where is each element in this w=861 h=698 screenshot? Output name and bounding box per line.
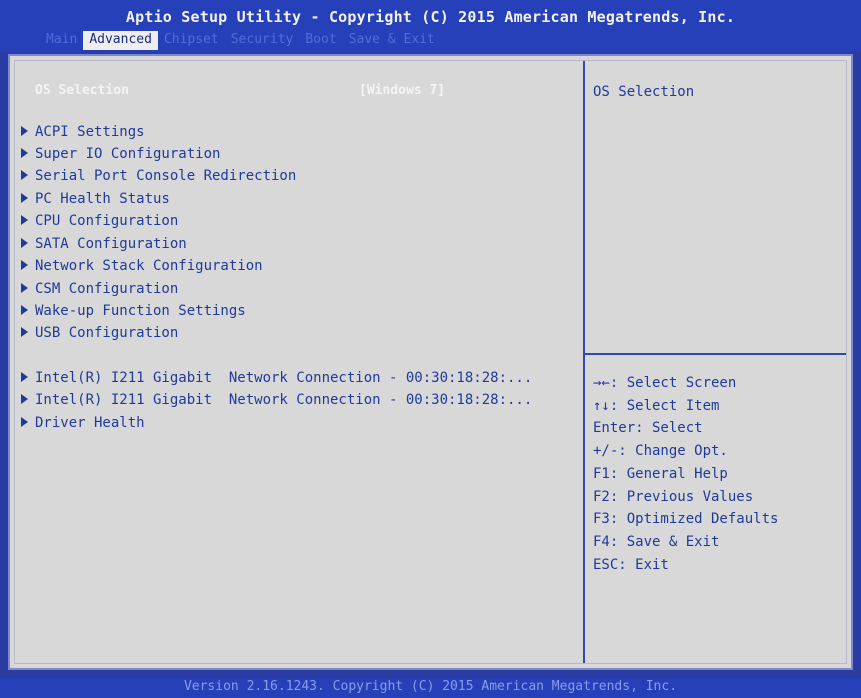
key-change-opt: +/-: Change Opt. [593,443,728,460]
key-f4: F4: Save & Exit [593,533,720,550]
submenu-arrow-icon [21,193,28,203]
menu-item-csm-config[interactable]: CSM Configuration [21,280,178,298]
key-select-item: ↑↓: Select Item [593,397,720,414]
vertical-divider [583,61,585,663]
menu-item-pc-health[interactable]: PC Health Status [21,190,170,208]
device-item-label: Intel(R) I211 Gigabit Network Connection… [35,370,533,386]
tab-boot[interactable]: Boot [299,31,342,50]
menu-item-cpu-config[interactable]: CPU Configuration [21,212,178,230]
key-legend: →←: Select Screen ↑↓: Select Item Enter:… [593,372,778,576]
submenu-arrow-icon [21,126,28,136]
header-bar: Aptio Setup Utility - Copyright (C) 2015… [0,0,861,52]
app-title: Aptio Setup Utility - Copyright (C) 2015… [125,8,736,26]
version-footer: Version 2.16.1243. Copyright (C) 2015 Am… [0,678,861,698]
submenu-arrow-icon [21,238,28,248]
settings-pane: OS Selection [Windows 7] ACPI Settings S… [15,61,583,663]
device-item-label: Driver Health [35,415,145,431]
device-item-nic-2[interactable]: Intel(R) I211 Gigabit Network Connection… [21,391,532,409]
key-select-screen: →←: Select Screen [593,375,737,391]
menu-item-label: CSM Configuration [35,281,179,297]
menu-item-label: Serial Port Console Redirection [35,168,297,184]
tab-main[interactable]: Main [40,31,83,50]
menu-item-label: CPU Configuration [35,213,179,229]
submenu-arrow-icon [21,215,28,225]
key-f3: F3: Optimized Defaults [593,511,779,528]
submenu-arrow-icon [21,417,28,427]
menu-item-serial-port[interactable]: Serial Port Console Redirection [21,167,296,185]
menu-item-label: Super IO Configuration [35,146,221,162]
menu-item-usb-config[interactable]: USB Configuration [21,324,178,342]
tab-advanced[interactable]: Advanced [83,31,158,50]
submenu-arrow-icon [21,170,28,180]
tab-bar: Main Advanced Chipset Security Boot Save… [40,31,441,50]
menu-item-label: Network Stack Configuration [35,258,263,274]
help-divider [585,353,846,355]
bios-screen: Aptio Setup Utility - Copyright (C) 2015… [0,0,861,698]
submenu-arrow-icon [21,372,28,382]
main-panel: OS Selection [Windows 7] ACPI Settings S… [8,54,853,670]
key-f1: F1: General Help [593,465,728,482]
menu-item-super-io[interactable]: Super IO Configuration [21,145,220,163]
submenu-arrow-icon [21,260,28,270]
tab-save-exit[interactable]: Save & Exit [343,31,441,50]
os-selection-label: OS Selection [35,83,129,98]
key-enter: Enter: Select [593,420,703,437]
tab-chipset[interactable]: Chipset [158,31,225,50]
submenu-arrow-icon [21,283,28,293]
menu-item-acpi-settings[interactable]: ACPI Settings [21,123,145,141]
menu-item-network-stack[interactable]: Network Stack Configuration [21,257,263,275]
menu-item-label: PC Health Status [35,191,170,207]
panel-frame: OS Selection [Windows 7] ACPI Settings S… [14,60,847,664]
menu-item-sata-config[interactable]: SATA Configuration [21,235,187,253]
key-esc: ESC: Exit [593,556,669,573]
menu-item-label: Wake-up Function Settings [35,303,246,319]
os-selection-value[interactable]: [Windows 7] [359,83,445,98]
menu-item-label: ACPI Settings [35,124,145,140]
submenu-arrow-icon [21,327,28,337]
menu-item-label: SATA Configuration [35,236,187,252]
device-item-driver-health[interactable]: Driver Health [21,414,145,432]
submenu-arrow-icon [21,394,28,404]
tab-security[interactable]: Security [225,31,300,50]
submenu-arrow-icon [21,148,28,158]
help-text: OS Selection [593,84,695,100]
device-item-nic-1[interactable]: Intel(R) I211 Gigabit Network Connection… [21,369,532,387]
key-f2: F2: Previous Values [593,488,754,505]
menu-item-label: USB Configuration [35,325,179,341]
device-item-label: Intel(R) I211 Gigabit Network Connection… [35,392,533,408]
submenu-arrow-icon [21,305,28,315]
menu-item-wake-up[interactable]: Wake-up Function Settings [21,302,246,320]
